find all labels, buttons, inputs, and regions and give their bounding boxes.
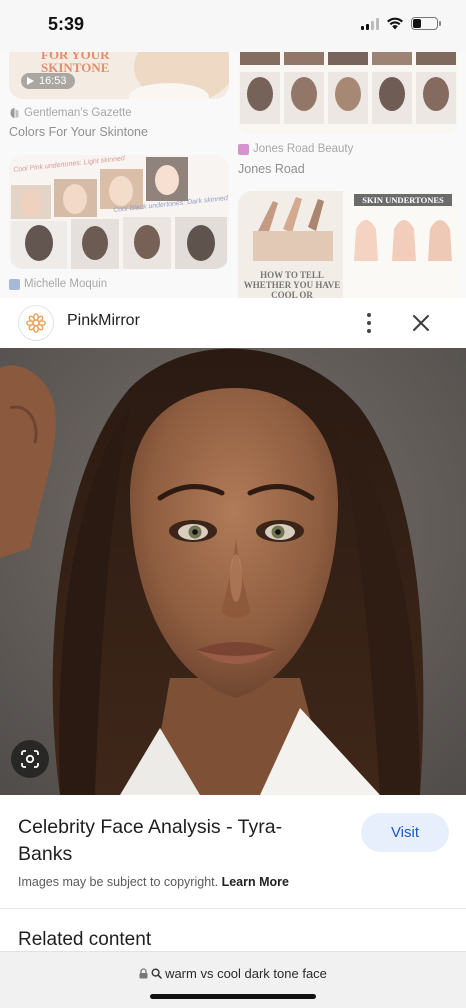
copyright-text: Images may be subject to copyright. [18,875,219,889]
lock-icon [139,968,148,979]
divider [0,908,466,909]
video-duration: 16:53 [39,75,67,87]
learn-more-link[interactable]: Learn More [222,875,289,889]
main-result-image[interactable] [0,348,466,795]
video-duration-badge: 16:53 [21,73,75,89]
result-source: Michelle Moquin [9,278,107,290]
lens-search-button[interactable] [11,740,49,778]
browser-url-bar[interactable]: warm vs cool dark tone face [0,951,466,1008]
gazette-logo-icon [10,108,19,118]
wifi-icon [387,17,403,30]
home-indicator[interactable] [150,994,316,999]
close-icon [413,315,429,331]
more-vert-icon [367,313,371,317]
background-results: FOR YOUR SKINTONE 16:53 Gentleman's Gaze… [0,52,466,298]
url-display[interactable]: warm vs cool dark tone face [0,966,466,981]
copyright-notice: Images may be subject to copyright. Lear… [18,875,289,889]
result-details: Celebrity Face Analysis - Tyra-Banks Vis… [0,795,466,955]
result-title: Jones Road [238,162,305,176]
status-icons [361,17,441,30]
thumbnail-image [238,52,458,134]
result-title[interactable]: Celebrity Face Analysis - Tyra-Banks [18,814,328,868]
site-logo [18,305,54,341]
site-name[interactable]: PinkMirror [67,312,140,330]
more-options-button[interactable] [356,308,382,338]
thumbnail-caption: HOW TO TELL WHETHER YOU HAVE COOL OR [243,270,341,298]
visit-button[interactable]: Visit [361,813,449,852]
status-bar: 5:39 [0,0,466,52]
battery-icon [411,17,441,30]
result-thumbnail[interactable]: FOR YOUR SKINTONE 16:53 [9,52,229,99]
result-source: Jones Road Beauty [238,143,353,155]
search-query: warm vs cool dark tone face [165,966,327,981]
thumbnail-overlay-text: FOR YOUR SKINTONE [41,52,110,75]
pinkmirror-logo-icon [26,313,46,333]
status-time: 5:39 [48,14,85,34]
result-thumbnail[interactable]: Cool Pink undertones: Light skinned Cool… [9,155,229,269]
play-icon [27,77,34,85]
result-thumbnail[interactable]: SKIN UNDERTONES HOW TO TELL WHETHER YOU … [238,191,458,298]
thumbnail-banner: SKIN UNDERTONES [354,194,452,206]
moquin-logo-icon [9,278,20,290]
result-title: Colors For Your Skintone [9,125,148,139]
search-icon [151,968,162,979]
cellular-signal-icon [361,17,379,30]
jones-road-logo-icon [238,143,249,155]
portrait-image [0,348,466,795]
related-content-heading: Related content [18,929,152,950]
result-thumbnail[interactable] [238,52,458,134]
result-header: PinkMirror [0,298,466,348]
lens-icon [21,750,39,768]
result-source: Gentleman's Gazette [9,107,132,119]
close-button[interactable] [405,307,437,339]
